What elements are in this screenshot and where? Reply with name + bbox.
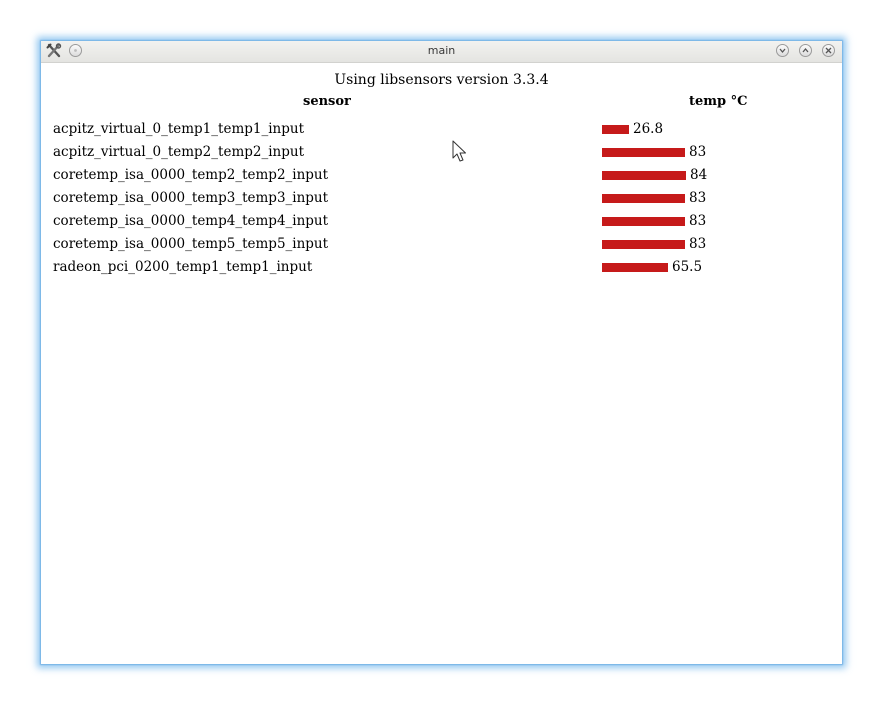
temp-value: 83	[689, 144, 707, 160]
temp-bar	[602, 194, 685, 203]
sensors-panel: Using libsensors version 3.3.4 sensor te…	[41, 63, 842, 664]
temp-value: 83	[689, 190, 707, 206]
temp-value: 65.5	[672, 259, 703, 275]
temp-bar	[602, 171, 686, 180]
sensor-name: acpitz_virtual_0_temp2_temp2_input	[53, 144, 304, 160]
minimize-button[interactable]	[776, 44, 789, 57]
temp-bar	[602, 217, 685, 226]
sensor-name: coretemp_isa_0000_temp2_temp2_input	[53, 167, 329, 183]
close-button[interactable]	[822, 44, 835, 57]
table-row: coretemp_isa_0000_temp3_temp3_input 83	[41, 187, 842, 210]
table-row: radeon_pci_0200_temp1_temp1_input 65.5	[41, 256, 842, 279]
table-row: coretemp_isa_0000_temp4_temp4_input 83	[41, 210, 842, 233]
temp-bar	[602, 125, 629, 134]
sensor-name: coretemp_isa_0000_temp3_temp3_input	[53, 190, 329, 206]
sensor-column-header: sensor	[303, 94, 351, 109]
temp-value: 84	[690, 167, 708, 183]
table-row: acpitz_virtual_0_temp2_temp2_input 83	[41, 141, 842, 164]
temp-bar	[602, 240, 685, 249]
chevron-up-icon	[802, 47, 809, 53]
title-bar[interactable]: main	[41, 41, 842, 63]
window-title: main	[427, 44, 456, 57]
table-row: coretemp_isa_0000_temp5_temp5_input 83	[41, 233, 842, 256]
app-window: main Using libsensors version 3.3.4 sens…	[41, 41, 842, 664]
mouse-pointer-icon	[452, 140, 466, 162]
table-row: acpitz_virtual_0_temp1_temp1_input 26.8	[41, 118, 842, 141]
sensor-name: coretemp_isa_0000_temp5_temp5_input	[53, 236, 329, 252]
temp-value: 83	[689, 213, 707, 229]
close-icon	[825, 47, 832, 54]
temp-value: 83	[689, 236, 707, 252]
chevron-down-icon	[779, 48, 786, 54]
temp-bar	[602, 263, 668, 272]
libsensors-version: Using libsensors version 3.3.4	[334, 72, 549, 88]
sensor-name: coretemp_isa_0000_temp4_temp4_input	[53, 213, 329, 229]
sensor-name: acpitz_virtual_0_temp1_temp1_input	[53, 121, 304, 137]
temp-column-header: temp °C	[689, 94, 748, 109]
temp-value: 26.8	[633, 121, 664, 137]
table-row: coretemp_isa_0000_temp2_temp2_input 84	[41, 164, 842, 187]
maximize-button[interactable]	[799, 44, 812, 57]
temp-bar	[602, 148, 685, 157]
sensor-name: radeon_pci_0200_temp1_temp1_input	[53, 259, 313, 275]
